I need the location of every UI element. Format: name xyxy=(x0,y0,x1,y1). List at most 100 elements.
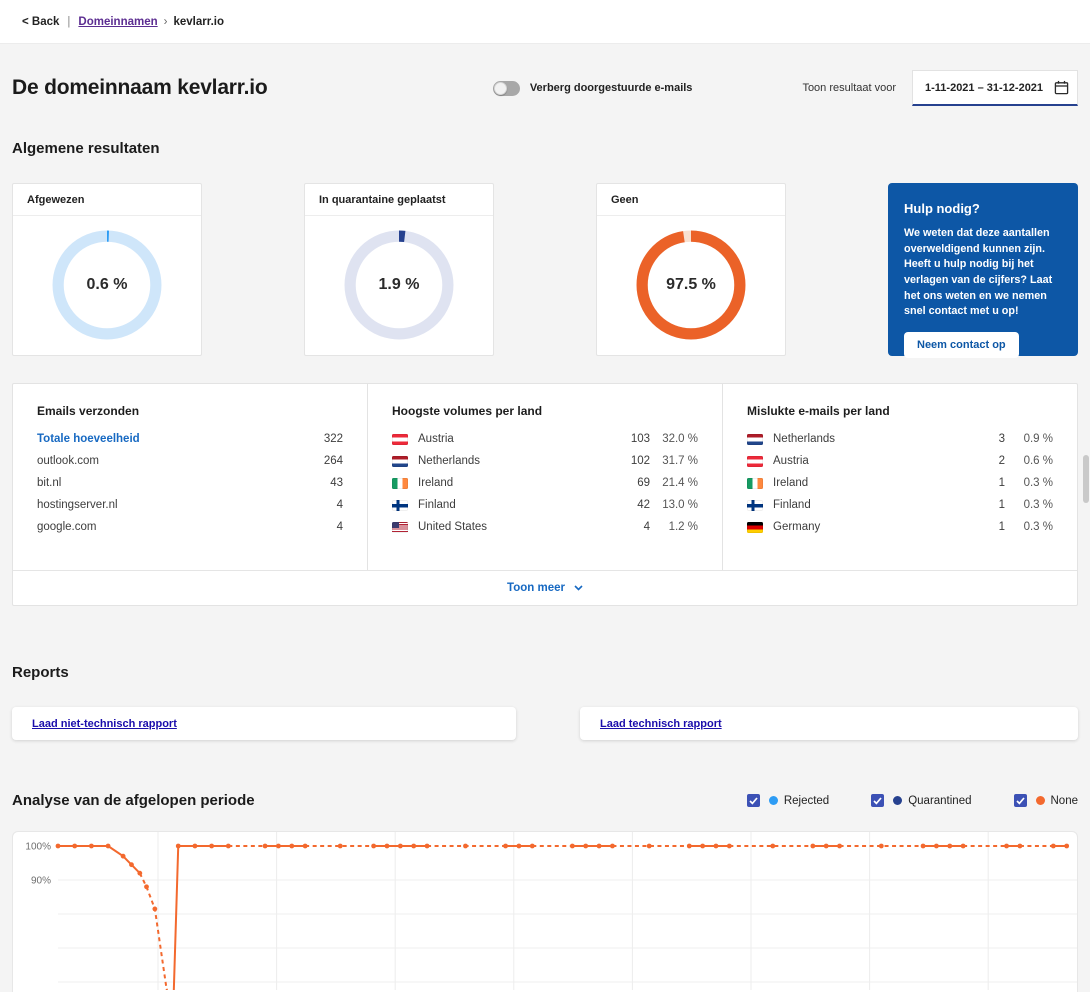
page-title: De domeinnaam kevlarr.io xyxy=(12,76,267,100)
analysis-chart-card: 100%90% xyxy=(12,831,1078,992)
stats-row-label: Ireland xyxy=(773,477,971,489)
stats-row-count: 42 xyxy=(616,499,650,511)
donut-value: 1.9 % xyxy=(343,229,455,341)
stats-row-label: United States xyxy=(418,521,616,533)
stats-row-percent: 13.0 % xyxy=(650,499,698,511)
stats-row: Austria10332.0 % xyxy=(392,428,698,450)
stats-row-count: 4 xyxy=(309,499,343,511)
stats-row-percent: 32.0 % xyxy=(650,433,698,445)
stats-row-count: 1 xyxy=(971,477,1005,489)
stats-row-label: Ireland xyxy=(418,477,616,489)
contact-button[interactable]: Neem contact op xyxy=(904,332,1019,358)
donut-card-quarantined: In quarantaine geplaatst 1.9 % xyxy=(304,183,494,356)
stats-row: outlook.com264 xyxy=(37,450,343,472)
total-amount-link[interactable]: Totale hoeveelheid xyxy=(37,433,309,445)
stats-row-count: 69 xyxy=(616,477,650,489)
load-technical-report-link[interactable]: Laad technisch rapport xyxy=(600,718,722,730)
scrollbar-thumb[interactable] xyxy=(1083,455,1089,503)
donut-card-title: Geen xyxy=(597,184,785,216)
help-card-title: Hulp nodig? xyxy=(904,201,1062,216)
series-color-dot-none xyxy=(1036,796,1045,805)
page-header: De domeinnaam kevlarr.io Verberg doorges… xyxy=(12,70,1078,106)
breadcrumb-link-domeinnamen[interactable]: Domeinnamen xyxy=(78,16,157,28)
section-title-general: Algemene resultaten xyxy=(12,140,1078,157)
donut-value: 97.5 % xyxy=(635,229,747,341)
stats-row: Finland4213.0 % xyxy=(392,494,698,516)
stats-col-title: Mislukte e-mails per land xyxy=(747,404,1053,418)
checkbox-none[interactable] xyxy=(1014,794,1027,807)
stats-col-title: Emails verzonden xyxy=(37,404,343,418)
toggle-label: Verberg doorgestuurde e-mails xyxy=(530,82,693,94)
report-card-nontechnical: Laad niet-technisch rapport xyxy=(12,707,516,740)
legend-label: None xyxy=(1051,795,1079,807)
stats-row-count: 4 xyxy=(309,521,343,533)
stats-row-count: 1 xyxy=(971,499,1005,511)
stats-row-percent: 21.4 % xyxy=(650,477,698,489)
stats-row-count: 3 xyxy=(971,433,1005,445)
legend-item-quarantined[interactable]: Quarantined xyxy=(871,794,971,807)
flag-icon-at xyxy=(392,434,408,445)
stats-col-volumes: Hoogste volumes per land Austria10332.0 … xyxy=(368,384,723,570)
stats-row-percent: 0.3 % xyxy=(1005,499,1053,511)
breadcrumb: < Back | Domeinnamen › kevlarr.io xyxy=(0,0,1090,44)
back-button[interactable]: < Back xyxy=(22,16,59,28)
stats-row-label: Austria xyxy=(418,433,616,445)
legend-item-rejected[interactable]: Rejected xyxy=(747,794,829,807)
stats-row-label: Austria xyxy=(773,455,971,467)
stats-row: google.com4 xyxy=(37,516,343,538)
stats-row: Totale hoeveelheid322 xyxy=(37,428,343,450)
flag-icon-ie xyxy=(392,478,408,489)
stats-row-count: 1 xyxy=(971,521,1005,533)
stats-row-percent: 0.3 % xyxy=(1005,477,1053,489)
date-range-input[interactable]: 1-11-2021 – 31-12-2021 xyxy=(912,70,1078,106)
show-more-button[interactable]: Toon meer xyxy=(13,570,1077,605)
stats-card: Emails verzonden Totale hoeveelheid322ou… xyxy=(12,383,1078,606)
series-color-dot-quarantined xyxy=(893,796,902,805)
load-nontechnical-report-link[interactable]: Laad niet-technisch rapport xyxy=(32,718,177,730)
checkbox-quarantined[interactable] xyxy=(871,794,884,807)
report-card-technical: Laad technisch rapport xyxy=(580,707,1078,740)
stats-row: Netherlands30.9 % xyxy=(747,428,1053,450)
stats-row-count: 43 xyxy=(309,477,343,489)
calendar-icon[interactable] xyxy=(1054,80,1069,95)
stats-row-label: outlook.com xyxy=(37,455,309,467)
stats-row: Germany10.3 % xyxy=(747,516,1053,538)
section-title-reports: Reports xyxy=(12,664,1078,681)
check-icon xyxy=(1016,797,1025,805)
breadcrumb-current: kevlarr.io xyxy=(174,16,225,28)
stats-row-label: Netherlands xyxy=(773,433,971,445)
flag-icon-de xyxy=(747,522,763,533)
stats-row-label: google.com xyxy=(37,521,309,533)
toggle-knob xyxy=(494,82,507,95)
donut-card-title: Afgewezen xyxy=(13,184,201,216)
breadcrumb-divider: | xyxy=(67,16,70,28)
help-card-body: We weten dat deze aantallen overweldigen… xyxy=(904,226,1062,320)
date-range-label: Toon resultaat voor xyxy=(802,82,896,94)
legend-label: Rejected xyxy=(784,795,829,807)
flag-icon-fi xyxy=(747,500,763,511)
stats-row-percent: 31.7 % xyxy=(650,455,698,467)
check-icon xyxy=(873,797,882,805)
stats-row-label: bit.nl xyxy=(37,477,309,489)
stats-row: Ireland10.3 % xyxy=(747,472,1053,494)
stats-row: Netherlands10231.7 % xyxy=(392,450,698,472)
stats-row-label: hostingserver.nl xyxy=(37,499,309,511)
date-range-value: 1-11-2021 – 31-12-2021 xyxy=(925,82,1054,94)
check-icon xyxy=(749,797,758,805)
stats-row-percent: 0.9 % xyxy=(1005,433,1053,445)
stats-row-percent: 1.2 % xyxy=(650,521,698,533)
donut-value: 0.6 % xyxy=(51,229,163,341)
section-title-analysis: Analyse van de afgelopen periode xyxy=(12,792,747,809)
stats-row: hostingserver.nl4 xyxy=(37,494,343,516)
legend-item-none[interactable]: None xyxy=(1014,794,1079,807)
stats-row-label: Germany xyxy=(773,521,971,533)
legend-label: Quarantined xyxy=(908,795,971,807)
series-color-dot-rejected xyxy=(769,796,778,805)
breadcrumb-separator: › xyxy=(164,16,168,28)
checkbox-rejected[interactable] xyxy=(747,794,760,807)
stats-row-count: 103 xyxy=(616,433,650,445)
stats-row-percent: 0.3 % xyxy=(1005,521,1053,533)
hide-forwarded-toggle[interactable] xyxy=(493,81,520,96)
stats-row-label: Finland xyxy=(773,499,971,511)
donut-card-none: Geen 97.5 % xyxy=(596,183,786,356)
